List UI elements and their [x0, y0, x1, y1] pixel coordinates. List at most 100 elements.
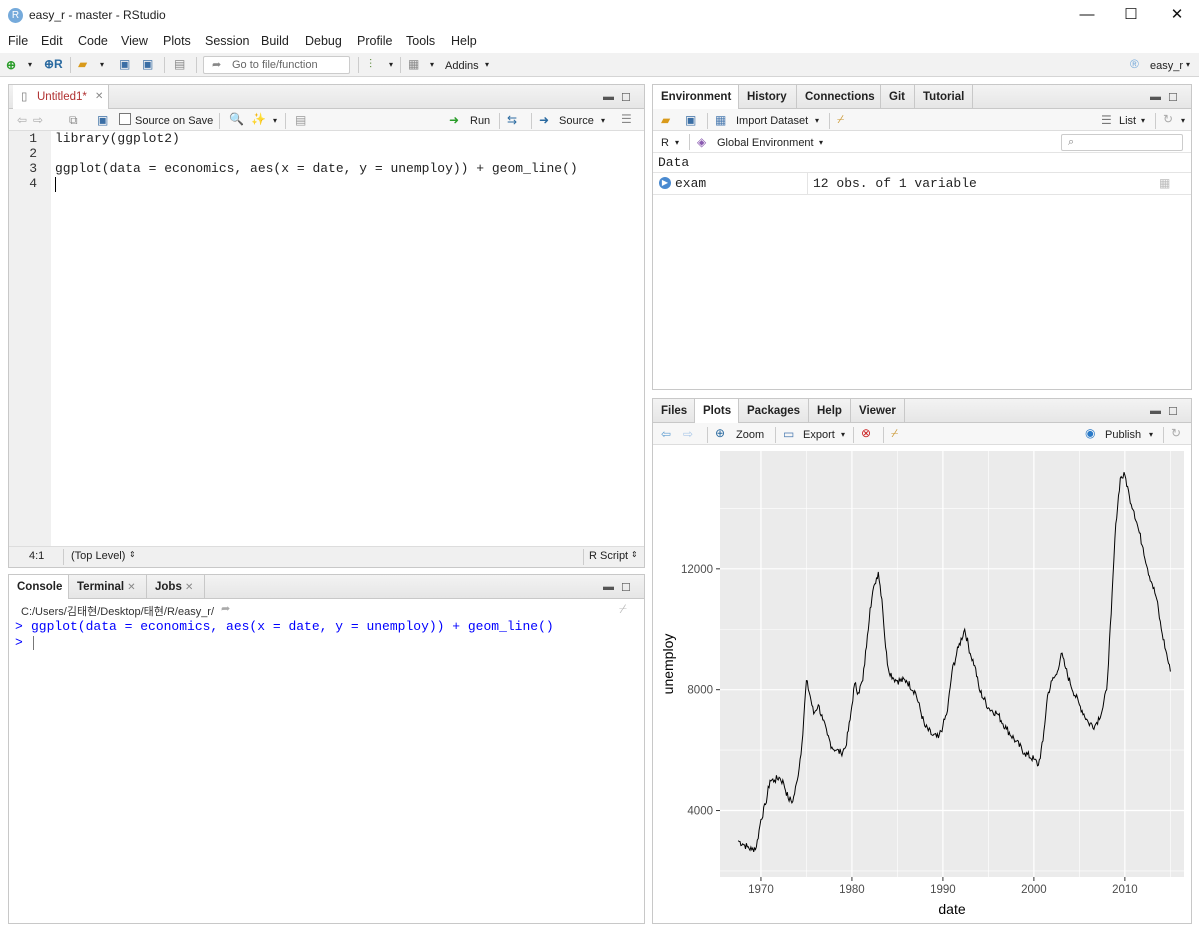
magic-wand-icon[interactable]: ✨: [251, 112, 266, 126]
menu-edit[interactable]: Edit: [41, 34, 63, 48]
close-tab-icon[interactable]: ✕: [95, 85, 103, 109]
search-icon[interactable]: 🔍: [229, 112, 244, 126]
tab-terminal[interactable]: Terminal ✕: [69, 575, 147, 599]
import-dataset-button[interactable]: Import Dataset: [736, 114, 808, 128]
scope-selector[interactable]: (Top Level): [71, 550, 125, 562]
chevron-down-icon[interactable]: ▾: [273, 114, 277, 128]
menu-profile[interactable]: Profile: [357, 34, 392, 48]
environment-search-input[interactable]: ⌕: [1061, 134, 1183, 151]
tab-jobs[interactable]: Jobs ✕: [147, 575, 205, 599]
next-plot-icon[interactable]: ⇨: [683, 427, 693, 441]
back-arrow-icon[interactable]: ⇦: [17, 113, 27, 127]
broom-icon[interactable]: ⌿: [837, 112, 844, 126]
tab-plots[interactable]: Plots: [695, 399, 739, 424]
chevron-down-icon[interactable]: ▾: [389, 58, 393, 72]
close-button[interactable]: ✕: [1157, 4, 1197, 26]
remove-plot-icon[interactable]: ⊗: [861, 426, 871, 440]
tab-untitled1[interactable]: ▯ Untitled1* ✕: [13, 85, 109, 110]
maximize-button[interactable]: ☐: [1111, 4, 1151, 26]
maximize-pane-icon[interactable]: ☐: [621, 581, 631, 594]
minimize-pane-icon[interactable]: ▬: [1150, 91, 1161, 103]
environment-row[interactable]: ▶ exam 12 obs. of 1 variable ▦: [653, 173, 1191, 195]
refresh-icon[interactable]: ↻: [1171, 426, 1181, 440]
grid-layout-icon[interactable]: ▦: [408, 57, 419, 71]
export-button[interactable]: Export: [803, 428, 835, 442]
save-workspace-icon[interactable]: ▣: [685, 113, 696, 127]
source-on-save-checkbox[interactable]: [119, 113, 131, 125]
document-outline-icon[interactable]: ▤: [295, 113, 306, 127]
expand-icon[interactable]: ▶: [659, 177, 671, 189]
tab-files[interactable]: Files: [653, 399, 695, 423]
menu-help[interactable]: Help: [451, 34, 477, 48]
go-to-directory-icon[interactable]: ➦: [221, 602, 230, 615]
publish-button[interactable]: Publish: [1105, 428, 1141, 442]
menu-session[interactable]: Session: [205, 34, 249, 48]
project-menu[interactable]: easy_r: [1150, 59, 1183, 73]
chevron-down-icon[interactable]: ▾: [430, 58, 434, 72]
chevron-down-icon[interactable]: ▾: [100, 58, 104, 72]
maximize-pane-icon[interactable]: ☐: [621, 91, 631, 104]
chevron-down-icon[interactable]: ▾: [815, 114, 819, 128]
chevron-down-icon[interactable]: ▾: [1186, 58, 1190, 72]
source-button[interactable]: Source: [559, 114, 594, 128]
new-project-icon[interactable]: ⊕R: [44, 57, 63, 71]
working-directory[interactable]: C:/Users/김태현/Desktop/태현/R/easy_r/: [21, 603, 214, 619]
tab-connections[interactable]: Connections: [797, 85, 881, 109]
open-folder-icon[interactable]: ▰: [78, 57, 87, 71]
tab-environment[interactable]: Environment: [653, 85, 739, 110]
save-icon[interactable]: ▣: [97, 113, 108, 127]
menu-tools[interactable]: Tools: [406, 34, 435, 48]
new-file-icon[interactable]: ⊕: [6, 58, 16, 72]
minimize-pane-icon[interactable]: ▬: [603, 91, 614, 103]
menu-code[interactable]: Code: [78, 34, 108, 48]
chevron-down-icon[interactable]: ▾: [819, 136, 823, 150]
maximize-pane-icon[interactable]: ☐: [1168, 405, 1178, 418]
load-workspace-icon[interactable]: ▰: [661, 113, 670, 127]
console-output[interactable]: > ggplot(data = economics, aes(x = date,…: [9, 619, 644, 923]
tab-history[interactable]: History: [739, 85, 797, 109]
outline-list-icon[interactable]: ☰: [621, 112, 632, 126]
maximize-pane-icon[interactable]: ☐: [1168, 91, 1178, 104]
chevron-down-icon[interactable]: ▾: [601, 114, 605, 128]
menu-build[interactable]: Build: [261, 34, 289, 48]
save-all-icon[interactable]: ▣: [142, 57, 153, 71]
print-icon[interactable]: ▤: [174, 57, 185, 71]
chevron-down-icon[interactable]: ▾: [485, 58, 489, 72]
tab-viewer[interactable]: Viewer: [851, 399, 905, 423]
chevron-down-icon[interactable]: ▾: [1181, 114, 1185, 128]
menu-plots[interactable]: Plots: [163, 34, 191, 48]
chevron-down-icon[interactable]: ▾: [841, 428, 845, 442]
run-button[interactable]: Run: [470, 114, 490, 128]
save-icon[interactable]: ▣: [119, 57, 130, 71]
broom-icon[interactable]: ⌿: [891, 426, 898, 440]
rerun-icon[interactable]: ⇆: [507, 113, 517, 127]
zoom-button[interactable]: Zoom: [736, 428, 764, 442]
chevron-down-icon[interactable]: ▾: [1141, 114, 1145, 128]
show-in-window-icon[interactable]: ⧉: [69, 113, 78, 127]
minimize-button[interactable]: —: [1067, 4, 1107, 26]
view-table-icon[interactable]: ▦: [1159, 176, 1170, 190]
global-environment-selector[interactable]: Global Environment: [717, 136, 814, 150]
list-view-selector[interactable]: List: [1119, 114, 1136, 128]
tab-tutorial[interactable]: Tutorial: [915, 85, 973, 109]
close-tab-icon[interactable]: ✕: [127, 582, 135, 593]
minimize-pane-icon[interactable]: ▬: [603, 581, 614, 593]
code-area[interactable]: library(ggplot2) ggplot(data = economics…: [51, 131, 644, 546]
previous-plot-icon[interactable]: ⇦: [661, 427, 671, 441]
addins-menu[interactable]: Addins: [445, 59, 479, 73]
close-tab-icon[interactable]: ✕: [185, 582, 193, 593]
broom-icon[interactable]: ⌿: [619, 601, 627, 617]
language-selector[interactable]: R: [661, 136, 669, 150]
menu-debug[interactable]: Debug: [305, 34, 342, 48]
menu-file[interactable]: File: [8, 34, 28, 48]
goto-file-input[interactable]: ➦ Go to file/function: [203, 56, 350, 74]
refresh-icon[interactable]: ↻: [1163, 112, 1173, 126]
tab-console[interactable]: Console: [9, 575, 69, 600]
tab-help[interactable]: Help: [809, 399, 851, 423]
tab-packages[interactable]: Packages: [739, 399, 809, 423]
minimize-pane-icon[interactable]: ▬: [1150, 405, 1161, 417]
file-type-selector[interactable]: R Script: [589, 550, 628, 562]
tab-git[interactable]: Git: [881, 85, 915, 109]
menu-view[interactable]: View: [121, 34, 148, 48]
chevron-down-icon[interactable]: ▾: [28, 58, 32, 72]
